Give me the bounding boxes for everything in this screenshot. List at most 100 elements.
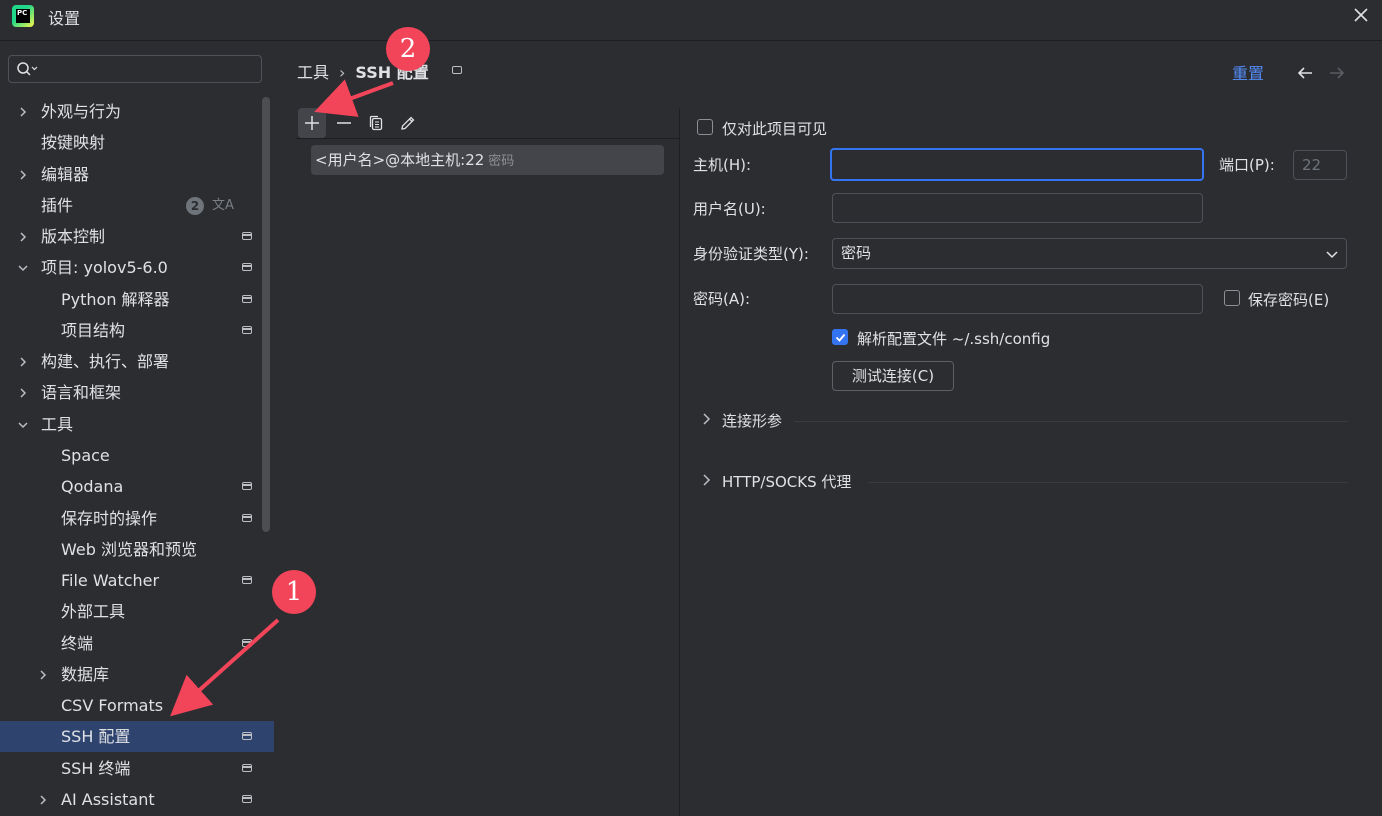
- sidebar-item-label: 保存时的操作: [61, 509, 158, 528]
- window-title: 设置: [48, 9, 81, 28]
- auth-type-dropdown[interactable]: 密码: [832, 238, 1347, 269]
- toolbar-divider: [296, 138, 680, 139]
- connection-params-title: 连接形参: [722, 412, 783, 430]
- pencil-icon: [401, 116, 415, 130]
- project-scope-icon: [242, 263, 252, 271]
- sidebar-item[interactable]: 构建、执行、部署: [0, 346, 274, 377]
- sidebar-item[interactable]: CSV Formats: [0, 690, 274, 721]
- sidebar-item[interactable]: SSH 终端: [0, 753, 274, 784]
- sidebar-item-label: 编辑器: [41, 165, 90, 184]
- project-scope-icon: [242, 295, 252, 303]
- sidebar-item[interactable]: 按键映射: [0, 127, 274, 158]
- connection-list-item[interactable]: <用户名>@本地主机:22 密码: [311, 145, 664, 175]
- project-only-checkbox[interactable]: [697, 119, 713, 135]
- breadcrumb-separator: ›: [339, 63, 346, 82]
- sidebar-item[interactable]: SSH 配置: [0, 721, 274, 752]
- add-button[interactable]: [298, 108, 326, 138]
- sidebar-item[interactable]: 外观与行为: [0, 96, 274, 127]
- sidebar-item[interactable]: 版本控制: [0, 221, 274, 252]
- save-password-checkbox[interactable]: [1224, 290, 1240, 306]
- sidebar-item[interactable]: 工具: [0, 409, 274, 440]
- breadcrumb-parent[interactable]: 工具: [297, 59, 329, 83]
- username-input[interactable]: [832, 193, 1203, 223]
- sidebar-item-label: 外观与行为: [41, 102, 122, 121]
- port-input[interactable]: 22: [1293, 150, 1347, 180]
- sidebar-item[interactable]: Python 解释器: [0, 284, 274, 315]
- arrow-right-icon[interactable]: [1328, 64, 1346, 82]
- sidebar-item[interactable]: 终端: [0, 628, 274, 659]
- sidebar-item[interactable]: Web 浏览器和预览: [0, 534, 274, 565]
- password-input[interactable]: [832, 284, 1203, 314]
- sidebar-item[interactable]: 外部工具: [0, 596, 274, 627]
- sidebar-item[interactable]: Space: [0, 440, 274, 471]
- reset-link[interactable]: 重置: [1232, 60, 1264, 84]
- sidebar-item-label: 终端: [61, 634, 94, 653]
- sidebar-item[interactable]: 数据库: [0, 659, 274, 690]
- proxy-title: HTTP/SOCKS 代理: [722, 473, 852, 491]
- username-label: 用户名(U):: [693, 200, 766, 218]
- copy-icon: [369, 115, 383, 131]
- project-scope-icon: [242, 576, 252, 584]
- checkmark-icon: [835, 333, 845, 342]
- sidebar-item-label: File Watcher: [61, 571, 160, 590]
- save-password-label: 保存密码(E): [1248, 291, 1330, 309]
- search-input[interactable]: [8, 55, 262, 83]
- sidebar-item[interactable]: 插件 2 文A: [0, 190, 274, 221]
- sidebar-item-label: Qodana: [61, 477, 124, 496]
- chevron-right-icon[interactable]: [16, 96, 30, 127]
- chevron-right-icon[interactable]: [36, 784, 50, 815]
- sidebar-item-label: 项目结构: [61, 321, 126, 340]
- sidebar-item[interactable]: 保存时的操作: [0, 503, 274, 534]
- project-scope-icon: [242, 795, 252, 803]
- sidebar-item-label: Space: [61, 446, 110, 465]
- chevron-right-icon[interactable]: [16, 377, 30, 408]
- chevron-right-icon[interactable]: [36, 659, 50, 690]
- sidebar-item[interactable]: 项目: yolov5-6.0: [0, 252, 274, 283]
- sidebar-item[interactable]: AI Assistant: [0, 784, 274, 815]
- sidebar-item[interactable]: 项目结构: [0, 315, 274, 346]
- sidebar-item-label: 构建、执行、部署: [41, 352, 170, 371]
- panel-divider[interactable]: [679, 108, 680, 816]
- connection-label: <用户名>@本地主机:22: [315, 151, 485, 169]
- arrow-left-icon[interactable]: [1296, 64, 1314, 82]
- chevron-right-icon[interactable]: [16, 346, 30, 377]
- auth-type-value: 密码: [841, 244, 872, 262]
- password-label: 密码(A):: [693, 290, 751, 308]
- chevron-right-icon[interactable]: [16, 221, 30, 252]
- chevron-down-icon[interactable]: [16, 409, 30, 440]
- chevron-down-icon[interactable]: [16, 252, 30, 283]
- copy-button[interactable]: [362, 108, 390, 138]
- connection-auth: 密码: [488, 154, 515, 169]
- parse-config-checkbox[interactable]: [832, 329, 848, 345]
- annotation-marker-1: 1: [272, 570, 316, 614]
- close-icon[interactable]: [1352, 6, 1370, 24]
- chevron-right-icon[interactable]: [16, 159, 30, 190]
- parse-config-label: 解析配置文件 ~/.ssh/config: [857, 330, 1051, 348]
- host-input[interactable]: [830, 148, 1204, 181]
- plus-icon: [305, 116, 319, 130]
- project-scope-icon: [242, 732, 252, 740]
- sidebar-item-label: AI Assistant: [61, 790, 155, 809]
- sidebar-item-label: 外部工具: [61, 602, 126, 621]
- project-only-label: 仅对此项目可见: [722, 120, 828, 138]
- auth-type-label: 身份验证类型(Y):: [693, 245, 809, 263]
- host-label: 主机(H):: [693, 156, 752, 174]
- title-bar: PC 设置: [0, 0, 1382, 41]
- edit-button[interactable]: [394, 108, 422, 138]
- sidebar-item[interactable]: 语言和框架: [0, 377, 274, 408]
- sidebar-item[interactable]: 编辑器: [0, 159, 274, 190]
- chevron-right-icon: [703, 474, 711, 486]
- project-scope-icon: [452, 66, 462, 74]
- sidebar-item-label: Web 浏览器和预览: [61, 540, 197, 559]
- sidebar-item[interactable]: Qodana: [0, 471, 274, 502]
- remove-button[interactable]: [330, 108, 358, 138]
- section-divider: [794, 421, 1348, 422]
- sidebar-item-label: 项目: yolov5-6.0: [41, 258, 168, 277]
- sidebar-item-label: Python 解释器: [61, 290, 170, 309]
- sidebar-item[interactable]: File Watcher: [0, 565, 274, 596]
- sidebar-item-label: 数据库: [61, 665, 110, 684]
- sidebar-item-label: SSH 配置: [61, 727, 131, 746]
- search-icon: [17, 62, 38, 76]
- translate-icon: 文A: [212, 198, 234, 213]
- test-connection-button[interactable]: 测试连接(C): [832, 361, 954, 391]
